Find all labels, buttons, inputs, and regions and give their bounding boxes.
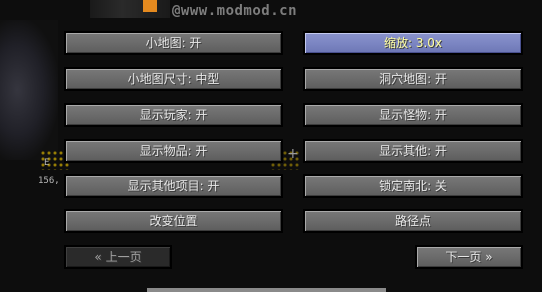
background-terrain-top (90, 0, 170, 18)
zoom-button[interactable]: 缩放: 3.0x (303, 31, 523, 55)
hud-coord-e: E (44, 158, 50, 168)
next-page-button[interactable]: 下一页 » (415, 245, 523, 269)
background-torch (143, 0, 157, 12)
lock-north-button[interactable]: 锁定南北: 关 (303, 174, 523, 198)
hud-coord-n: 156, (38, 176, 60, 186)
show-others-button[interactable]: 显示其他: 开 (303, 139, 523, 163)
show-players-button[interactable]: 显示玩家: 开 (64, 103, 283, 127)
crosshair-icon: + (287, 146, 299, 162)
minimap-size-button[interactable]: 小地图尺寸: 中型 (64, 67, 283, 91)
watermark: @www.modmod.cn (172, 3, 298, 19)
prev-page-button[interactable]: « 上一页 (64, 245, 172, 269)
show-monsters-button[interactable]: 显示怪物: 开 (303, 103, 523, 127)
background-terrain (0, 20, 58, 160)
change-position-button[interactable]: 改变位置 (64, 209, 283, 233)
bottom-scroll-indicator (147, 288, 386, 292)
waypoints-button[interactable]: 路径点 (303, 209, 523, 233)
show-other-entries-button[interactable]: 显示其他项目: 开 (64, 174, 283, 198)
minimap-toggle-button[interactable]: 小地图: 开 (64, 31, 283, 55)
show-items-button[interactable]: 显示物品: 开 (64, 139, 283, 163)
cave-map-toggle-button[interactable]: 洞穴地图: 开 (303, 67, 523, 91)
